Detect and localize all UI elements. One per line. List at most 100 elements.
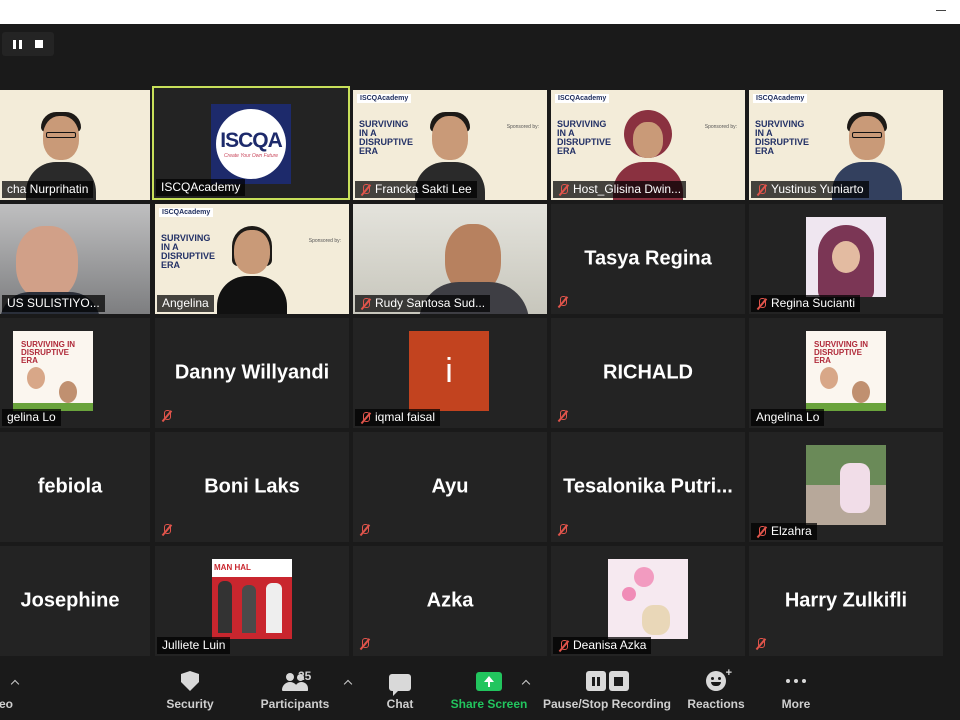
participants-count: 25	[298, 669, 312, 683]
pause-stop-recording-label: Pause/Stop Recording	[542, 697, 672, 711]
participant-tile[interactable]: MAN HAL Julliete Luin	[155, 546, 349, 656]
participant-tile[interactable]: Tasya Regina	[551, 204, 745, 314]
chat-icon	[389, 674, 411, 696]
participant-tile[interactable]: Josephine	[0, 546, 150, 656]
participant-name-label: Host_Glisina Dwin...	[553, 181, 687, 198]
participant-name: Boni Laks	[204, 475, 300, 498]
participant-tile[interactable]: RICHALD	[551, 318, 745, 428]
participant-name-label: iqmal faisal	[355, 409, 441, 426]
share-screen-button[interactable]: Share Screen	[450, 660, 528, 720]
chat-label: Chat	[386, 697, 414, 711]
share-screen-icon	[476, 672, 502, 691]
participant-tile[interactable]: Harry Zulkifli	[749, 546, 943, 656]
participant-tile[interactable]: Regina Sucianti	[749, 204, 943, 314]
participant-tile[interactable]: cha Nurprihatin	[0, 90, 150, 200]
participant-name-label: Rudy Santosa Sud...	[355, 295, 491, 312]
reactions-icon: +	[706, 667, 732, 691]
participant-name-label: Regina Sucianti	[751, 295, 861, 312]
participant-name-label: Yustinus Yuniarto	[751, 181, 869, 198]
participant-tile[interactable]: ISCQAcademy SURVIVING IN A DISRUPTIVE ER…	[353, 90, 547, 200]
participants-label: Participants	[260, 697, 330, 711]
participant-video	[215, 222, 289, 314]
participant-tile[interactable]: SURVIVING IN DISRUPTIVE ERA gelina Lo	[0, 318, 150, 428]
video-button[interactable]: eo	[0, 660, 18, 720]
participant-tile[interactable]: Boni Laks	[155, 432, 349, 542]
security-label: Security	[166, 697, 214, 711]
muted-mic-icon	[557, 524, 568, 536]
share-screen-label: Share Screen	[450, 697, 528, 711]
participant-name: Danny Willyandi	[174, 361, 330, 384]
muted-mic-icon	[161, 410, 172, 422]
participant-tile[interactable]: Rudy Santosa Sud...	[353, 204, 547, 314]
muted-mic-icon	[557, 410, 568, 422]
participant-tile-active-speaker[interactable]: ISCQA Create Your Own Future ISCQAcademy	[152, 86, 350, 200]
profile-picture	[806, 445, 886, 525]
more-button[interactable]: More	[772, 660, 820, 720]
profile-picture: SURVIVING IN DISRUPTIVE ERA	[806, 331, 886, 411]
participant-name: Harry Zulkifli	[784, 589, 908, 612]
muted-mic-icon	[161, 524, 172, 536]
participant-tile[interactable]: Deanisa Azka	[551, 546, 745, 656]
minimize-icon[interactable]	[936, 10, 946, 11]
participants-button[interactable]: 25 Participants	[258, 660, 332, 720]
participant-tile[interactable]: US SULISTIYO...	[0, 204, 150, 314]
pause-stop-recording-button[interactable]: Pause/Stop Recording	[542, 660, 672, 720]
profile-picture: SURVIVING IN DISRUPTIVE ERA	[13, 331, 93, 411]
participant-tile[interactable]: ISCQAcademy SURVIVING IN A DISRUPTIVE ER…	[551, 90, 745, 200]
muted-mic-icon	[756, 297, 767, 310]
participant-name-label: ISCQAcademy	[156, 179, 246, 196]
iscqa-logo: ISCQA Create Your Own Future	[211, 104, 291, 184]
muted-mic-icon	[756, 183, 767, 196]
security-button[interactable]: Security	[160, 660, 220, 720]
participant-name: Tasya Regina	[584, 247, 712, 270]
muted-mic-icon	[360, 297, 371, 310]
more-label: More	[781, 697, 811, 711]
meeting-toolbar: eo Security 25 Participants Chat Share S…	[0, 660, 960, 720]
participant-tile[interactable]: febiola	[0, 432, 150, 542]
muted-mic-icon	[557, 296, 568, 308]
participant-name-label: Julliete Luin	[157, 637, 231, 654]
participant-tile[interactable]: Danny Willyandi	[155, 318, 349, 428]
participant-name: Josephine	[20, 589, 120, 612]
window-titlebar	[0, 0, 960, 24]
recording-icon	[585, 671, 629, 691]
muted-mic-icon	[360, 183, 371, 196]
profile-picture	[608, 559, 688, 639]
participant-tile[interactable]: ISCQAcademy SURVIVING IN A DISRUPTIVE ER…	[749, 90, 943, 200]
participants-options-caret-icon[interactable]	[344, 679, 352, 687]
chat-button[interactable]: Chat	[378, 660, 422, 720]
participant-tile[interactable]: Ayu	[353, 432, 547, 542]
participant-name: Ayu	[431, 475, 469, 498]
participant-tile[interactable]: Tesalonika Putri...	[551, 432, 745, 542]
participant-name: RICHALD	[603, 361, 693, 384]
reactions-label: Reactions	[687, 697, 745, 711]
participant-name: Tesalonika Putri...	[563, 475, 733, 498]
participant-name-label: Angelina	[157, 295, 214, 312]
muted-mic-icon	[359, 524, 370, 536]
participant-name: Azka	[426, 589, 474, 612]
reactions-button[interactable]: + Reactions	[686, 660, 746, 720]
muted-mic-icon	[360, 411, 371, 424]
participant-name-label: Angelina Lo	[751, 409, 825, 426]
gallery-view: cha Nurprihatin ISCQA Create Your Own Fut…	[0, 24, 960, 660]
muted-mic-icon	[359, 638, 370, 650]
more-icon	[786, 679, 806, 691]
participant-name: febiola	[37, 475, 103, 498]
participant-tile[interactable]: Elzahra	[749, 432, 943, 542]
video-options-caret-icon[interactable]	[11, 679, 19, 687]
profile-picture: MAN HAL	[212, 559, 292, 639]
participant-name-label: US SULISTIYO...	[2, 295, 105, 312]
shield-icon	[181, 671, 199, 691]
muted-mic-icon	[558, 639, 569, 652]
share-options-caret-icon[interactable]	[522, 679, 530, 687]
avatar: i	[409, 331, 489, 411]
participant-tile[interactable]: SURVIVING IN DISRUPTIVE ERA Angelina Lo	[749, 318, 943, 428]
muted-mic-icon	[755, 638, 766, 650]
stop-recording-icon[interactable]	[35, 40, 44, 48]
participant-tile[interactable]: ISCQAcademy SURVIVING IN A DISRUPTIVE ER…	[155, 204, 349, 314]
participant-tile[interactable]: i iqmal faisal	[353, 318, 547, 428]
participant-tile[interactable]: Azka	[353, 546, 547, 656]
pause-recording-icon[interactable]	[12, 39, 22, 49]
video-label: eo	[0, 697, 13, 711]
muted-mic-icon	[558, 183, 569, 196]
